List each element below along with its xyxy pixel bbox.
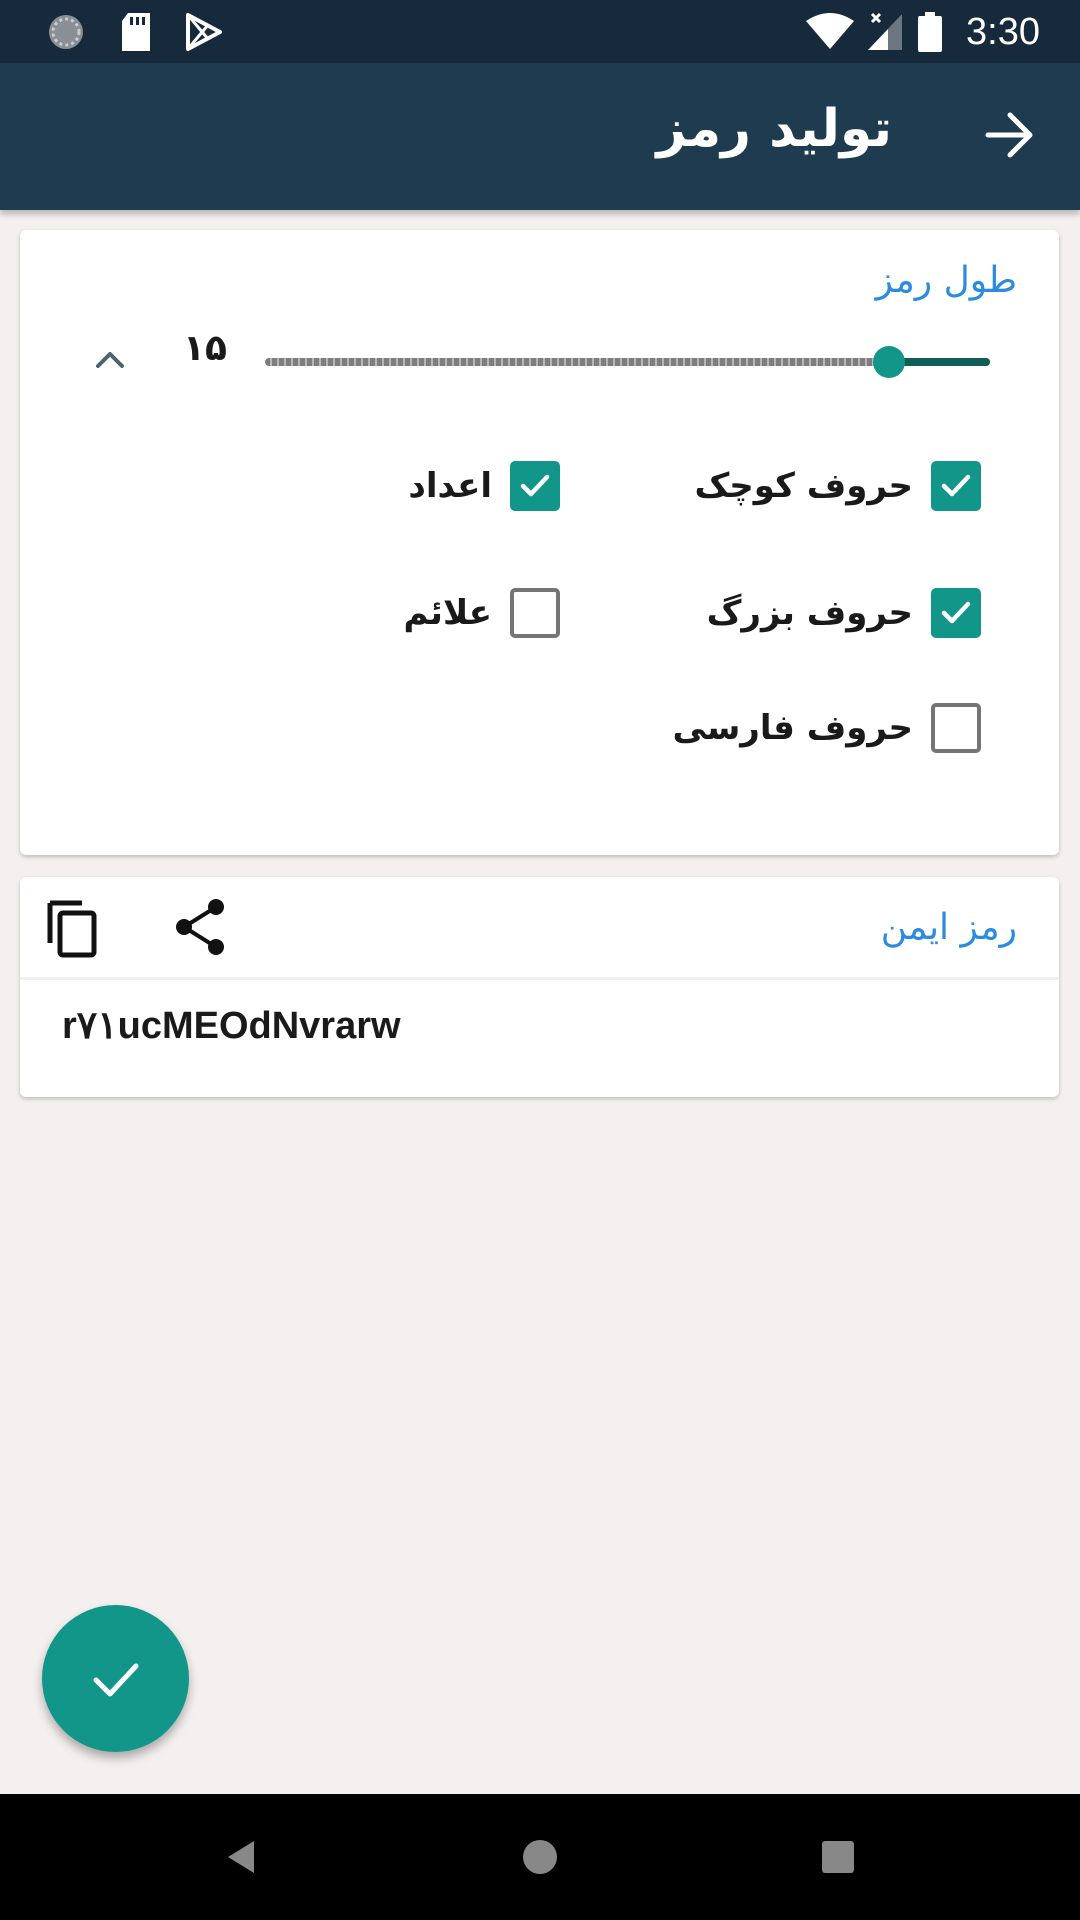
status-time: 3:30 [966,10,1040,53]
square-recents-icon [822,1841,854,1873]
chevron-up-icon[interactable] [80,330,140,390]
generate-button[interactable] [42,1605,189,1752]
checkbox-numbers[interactable] [510,461,560,511]
result-label: رمز ایمن [880,907,1017,948]
circle-home-icon [523,1840,557,1874]
generated-password[interactable]: r۷۱ucMEOdNvrarw [62,1003,401,1048]
length-value: ۱۵ [183,328,227,369]
option-lowercase[interactable]: حروف کوچک [694,456,981,516]
divider [20,977,1059,980]
copy-icon[interactable] [42,895,106,959]
loading-circle-icon [49,15,83,49]
battery-icon [918,12,943,52]
share-icon[interactable] [170,895,234,959]
check-icon [941,601,971,624]
app-bar: تولید رمز [0,63,1080,210]
option-label: اعداد [408,466,492,506]
option-persian[interactable]: حروف فارسی [672,698,981,758]
signal-no-data-icon [868,12,903,50]
check-icon [520,474,550,497]
secure-password-card: رمز ایمن r۷۱ucMEOdNvrarw [20,877,1059,1097]
option-label: حروف فارسی [672,708,913,748]
password-settings-card: طول رمز ۱۵ حروف کوچک اعداد حروف بزرگ علا… [20,230,1059,855]
checkbox-uppercase[interactable] [931,588,981,638]
option-label: حروف کوچک [694,466,913,506]
nav-recents-button[interactable] [808,1827,868,1887]
option-symbols[interactable]: علائم [404,583,560,643]
checkbox-symbols[interactable] [510,588,560,638]
option-numbers[interactable]: اعداد [408,456,560,516]
navigation-bar [0,1794,1080,1920]
checkbox-persian[interactable] [931,703,981,753]
length-slider[interactable] [265,346,990,378]
nav-home-button[interactable] [510,1827,570,1887]
check-icon [93,1663,138,1696]
status-bar: 3:30 [0,0,1080,63]
nav-back-button[interactable] [212,1827,272,1887]
option-label: علائم [403,593,492,633]
length-label: طول رمز [875,260,1017,301]
sd-card-icon [122,13,150,51]
option-label: حروف بزرگ [706,593,913,633]
triangle-back-icon [228,1841,254,1873]
check-icon [941,474,971,497]
back-arrow-icon[interactable] [980,105,1040,165]
page-title: تولید رمز [656,99,893,159]
option-uppercase[interactable]: حروف بزرگ [707,583,981,643]
wifi-icon [806,13,855,49]
checkbox-lowercase[interactable] [931,461,981,511]
play-store-icon [186,13,222,51]
slider-thumb[interactable] [872,346,905,378]
